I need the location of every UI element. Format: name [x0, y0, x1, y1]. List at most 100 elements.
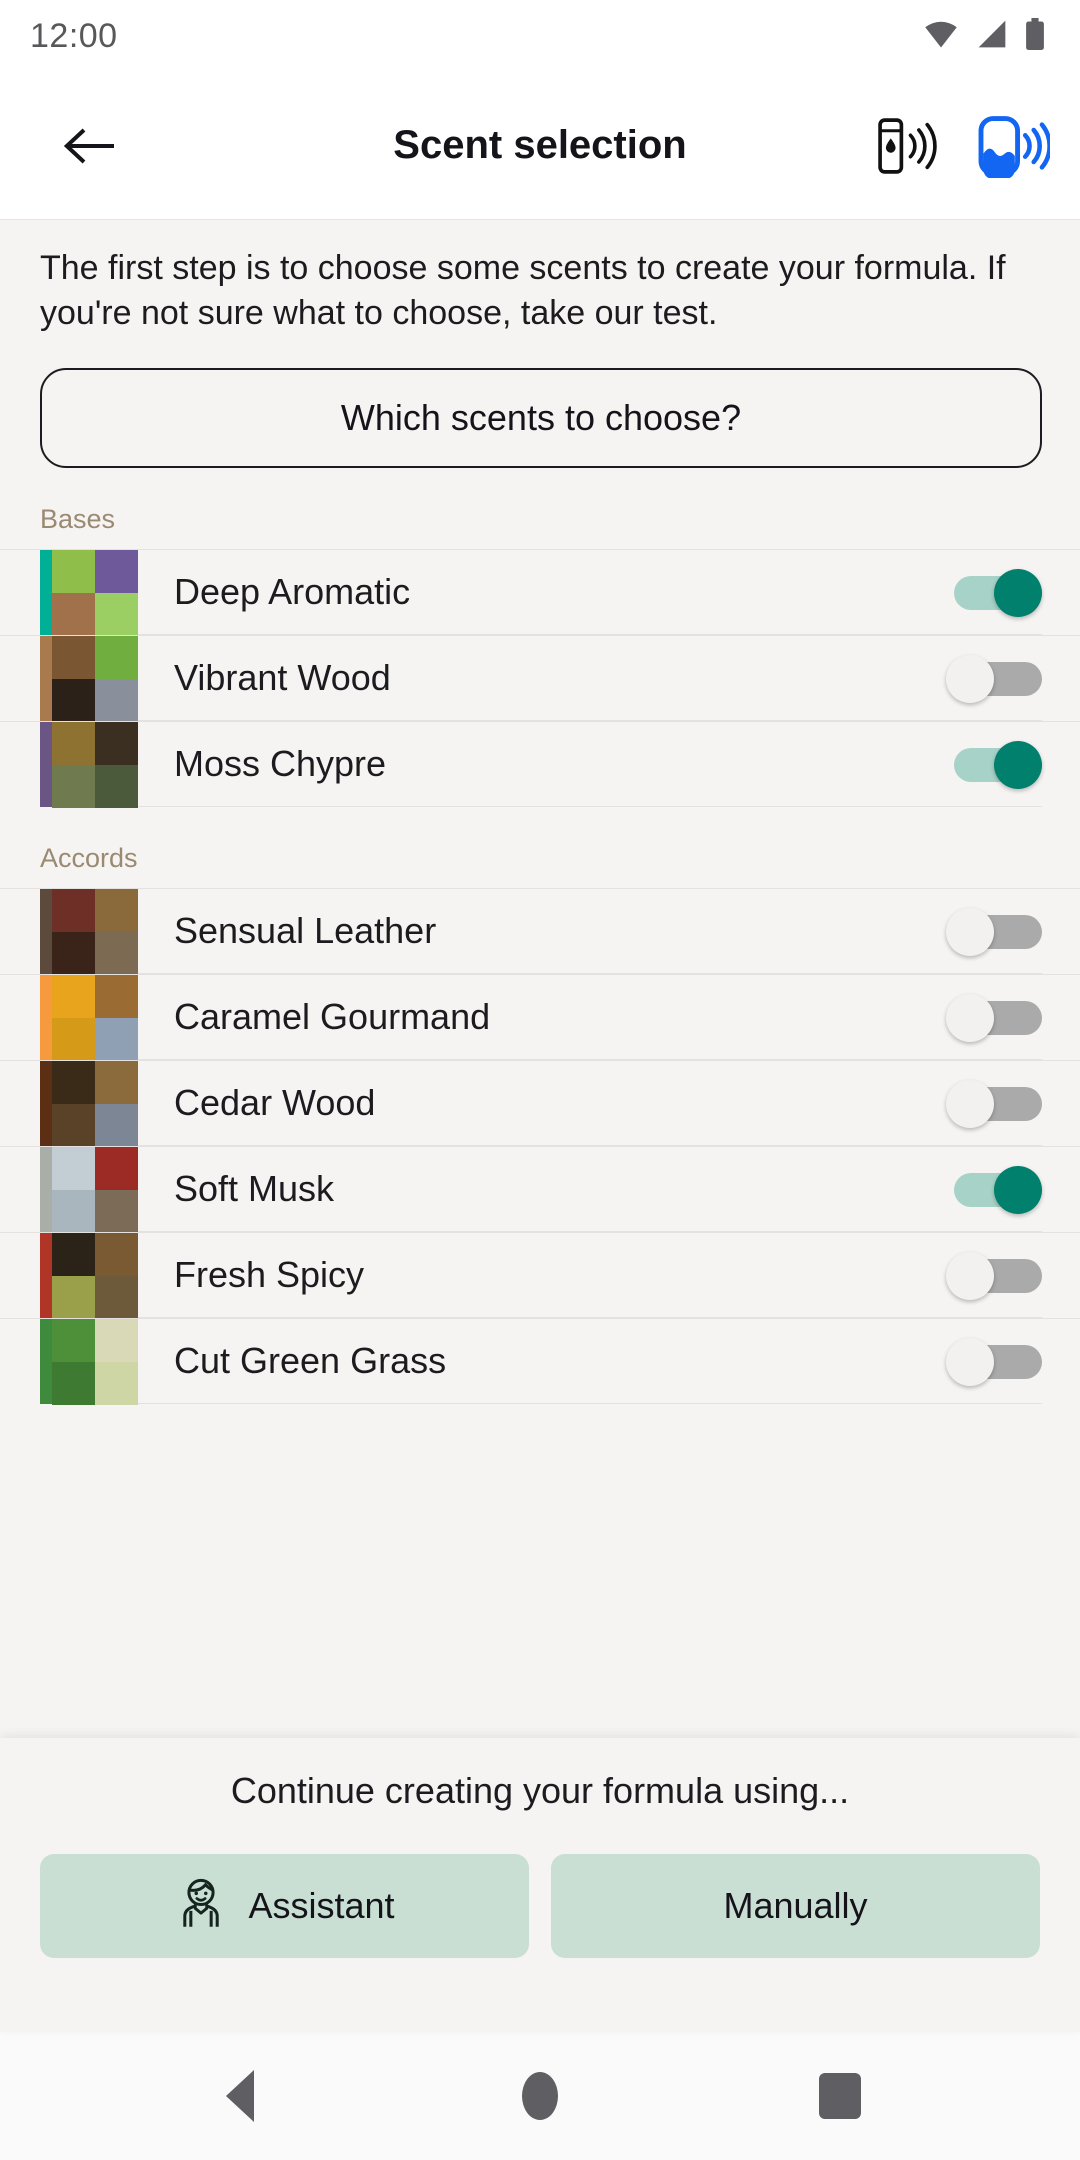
device-dispenser-icon[interactable] — [872, 106, 946, 186]
device-cartridge-icon[interactable] — [976, 106, 1050, 186]
scent-row[interactable]: Sensual Leather — [0, 888, 1080, 976]
thumbnail-tile — [52, 679, 95, 723]
assistant-person-icon — [174, 1875, 228, 1938]
thumbnail-tile — [95, 1061, 138, 1105]
scent-toggle-cell — [946, 1233, 1042, 1318]
nav-recents-button[interactable] — [792, 2048, 888, 2144]
thumbnail-tile — [52, 550, 95, 594]
thumbnail-tile — [95, 722, 138, 766]
app-bar: Scent selection — [0, 72, 1080, 220]
scent-row[interactable]: Soft Musk — [0, 1146, 1080, 1234]
thumbnail-tile — [95, 1018, 138, 1062]
system-nav-bar — [0, 2032, 1080, 2160]
wifi-icon — [922, 19, 960, 54]
thumbnail-tile — [52, 1147, 95, 1191]
toggle-thumb — [994, 740, 1042, 789]
thumbnail-tile — [52, 1018, 95, 1062]
scent-name: Fresh Spicy — [138, 1233, 1042, 1319]
thumbnail-tile — [52, 1061, 95, 1105]
thumbnail-tile — [95, 1190, 138, 1234]
thumbnail-tile — [95, 765, 138, 809]
scent-toggle[interactable] — [946, 993, 1042, 1042]
scent-row[interactable]: Caramel Gourmand — [0, 974, 1080, 1062]
scent-toggle-cell — [946, 1061, 1042, 1146]
toggle-thumb — [946, 1079, 994, 1128]
back-button[interactable] — [54, 110, 126, 182]
scroll-content[interactable]: The first step is to choose some scents … — [0, 220, 1080, 1738]
scent-toggle[interactable] — [946, 740, 1042, 789]
scent-toggle[interactable] — [946, 654, 1042, 703]
scent-thumbnail — [52, 722, 138, 809]
scent-row[interactable]: Deep Aromatic — [0, 549, 1080, 637]
toggle-thumb — [946, 654, 994, 703]
assistant-button[interactable]: Assistant — [40, 1854, 529, 1958]
nav-back-button[interactable] — [192, 2048, 288, 2144]
scent-accent-bar — [40, 889, 52, 975]
scent-accent-bar — [40, 722, 52, 808]
thumbnail-tile — [95, 1276, 138, 1320]
scent-toggle[interactable] — [946, 1337, 1042, 1386]
scent-name: Cedar Wood — [138, 1061, 1042, 1147]
toggle-thumb — [946, 907, 994, 956]
manually-button[interactable]: Manually — [551, 1854, 1040, 1958]
status-icons — [922, 17, 1046, 55]
scent-toggle[interactable] — [946, 1165, 1042, 1214]
phone-screen: 12:00 Scent selection The first step is … — [0, 0, 1080, 2160]
thumbnail-tile — [52, 975, 95, 1019]
scent-name: Moss Chypre — [138, 722, 1042, 808]
scent-accent-bar — [40, 1319, 52, 1405]
scent-toggle-cell — [946, 636, 1042, 721]
scent-thumbnail — [52, 1061, 138, 1148]
scent-row[interactable]: Cedar Wood — [0, 1060, 1080, 1148]
scent-row[interactable]: Moss Chypre — [0, 721, 1080, 809]
thumbnail-tile — [52, 889, 95, 933]
scent-toggle-cell — [946, 889, 1042, 974]
thumbnail-tile — [95, 1233, 138, 1277]
scent-sections: Bases Deep Aromatic Vibrant Wood Moss Chypr… — [0, 468, 1080, 1406]
scent-row[interactable]: Cut Green Grass — [0, 1318, 1080, 1406]
scent-thumbnail — [52, 889, 138, 976]
thumbnail-tile — [52, 1362, 95, 1406]
thumbnail-tile — [52, 1276, 95, 1320]
thumbnail-tile — [95, 636, 138, 680]
arrow-left-icon — [63, 128, 114, 163]
nav-recents-icon — [819, 2073, 861, 2119]
scent-thumbnail — [52, 1319, 138, 1406]
scent-accent-bar — [40, 1061, 52, 1147]
scent-name: Sensual Leather — [138, 889, 1042, 975]
scent-toggle[interactable] — [946, 1251, 1042, 1300]
scent-name: Vibrant Wood — [138, 636, 1042, 722]
section-label: Bases — [40, 504, 116, 535]
thumbnail-tile — [95, 1147, 138, 1191]
status-time: 12:00 — [30, 16, 118, 55]
scent-row[interactable]: Fresh Spicy — [0, 1232, 1080, 1320]
scent-toggle-cell — [946, 550, 1042, 635]
thumbnail-tile — [95, 932, 138, 976]
scent-thumbnail — [52, 636, 138, 723]
manually-button-label: Manually — [723, 1885, 868, 1926]
scent-toggle[interactable] — [946, 907, 1042, 956]
thumbnail-tile — [95, 1104, 138, 1148]
which-scents-button[interactable]: Which scents to choose? — [40, 368, 1042, 469]
scent-toggle[interactable] — [946, 1079, 1042, 1128]
thumbnail-tile — [95, 679, 138, 723]
thumbnail-tile — [95, 1362, 138, 1406]
app-bar-actions — [872, 106, 1050, 186]
thumbnail-tile — [52, 1233, 95, 1277]
scent-toggle[interactable] — [946, 568, 1042, 617]
scent-accent-bar — [40, 1147, 52, 1233]
scent-thumbnail — [52, 1147, 138, 1234]
bottom-sheet-buttons: Assistant Manually — [0, 1854, 1080, 1958]
thumbnail-tile — [95, 550, 138, 594]
thumbnail-tile — [52, 1190, 95, 1234]
thumbnail-tile — [52, 593, 95, 637]
thumbnail-tile — [52, 932, 95, 976]
bottom-sheet: Continue creating your formula using... — [0, 1738, 1080, 2032]
battery-icon — [1024, 17, 1046, 55]
scent-toggle-cell — [946, 975, 1042, 1060]
toggle-thumb — [946, 1337, 994, 1386]
scent-row[interactable]: Vibrant Wood — [0, 635, 1080, 723]
scent-toggle-cell — [946, 1319, 1042, 1404]
nav-home-button[interactable] — [492, 2048, 588, 2144]
scent-accent-bar — [40, 636, 52, 722]
